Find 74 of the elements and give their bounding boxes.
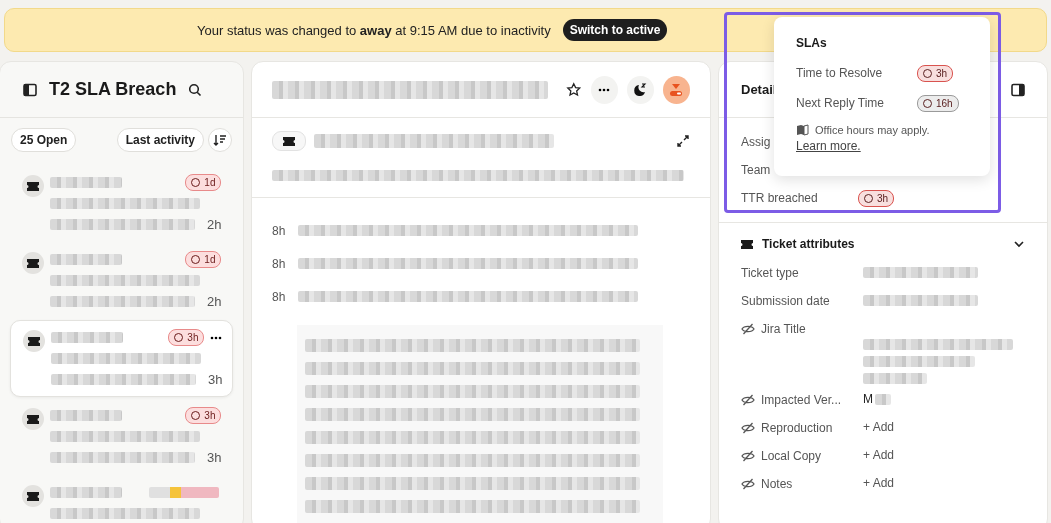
conversation-time: 2h (207, 217, 222, 232)
event-time: 8h (272, 223, 286, 238)
conversation-item[interactable]: 3h 3h (10, 320, 233, 397)
event-time: 8h (272, 289, 286, 304)
ticket-icon (22, 408, 44, 430)
expand-icon[interactable] (676, 134, 690, 148)
attribute-label: Submission date (741, 294, 830, 308)
redacted-text (875, 393, 891, 405)
more-icon (598, 87, 611, 92)
learn-more-link[interactable]: Learn more. (796, 139, 861, 153)
field-label: Team (741, 163, 771, 177)
attribute-label: Impacted Ver... (761, 393, 842, 407)
ticket-icon (22, 485, 44, 507)
sla-badge: 3h (185, 407, 222, 424)
sla-label: Time to Resolve (796, 66, 884, 80)
snooze-button[interactable] (626, 75, 654, 104)
redacted-text (50, 254, 122, 265)
sort-button[interactable]: Last activity (116, 128, 204, 152)
switch-to-active-button[interactable]: Switch to active (562, 19, 668, 41)
sort-icon (213, 134, 227, 146)
ticket-icon (22, 252, 44, 274)
conversation-item[interactable]: 1d 2h (0, 166, 233, 241)
redacted-text (50, 487, 122, 498)
sla-badge: 1d (185, 251, 222, 268)
add-value-button[interactable]: + Add (863, 448, 895, 462)
section-title: Ticket attributes (762, 237, 855, 251)
redacted-text (51, 332, 123, 343)
redacted-badge (149, 487, 219, 498)
attribute-label: Jira Title (761, 322, 806, 336)
conversation-time: 2h (207, 294, 222, 309)
conversation-time: 3h (207, 450, 222, 465)
chevron-icon[interactable] (1013, 240, 1025, 248)
sla-badge: 16h (917, 94, 959, 112)
search-icon[interactable] (188, 82, 203, 97)
close-ticket-button[interactable] (662, 75, 690, 104)
field-label: Assig (741, 135, 771, 149)
sla-label: Next Reply Time (796, 96, 886, 110)
event-time: 8h (272, 256, 286, 271)
ticket-icon (23, 330, 45, 352)
conversation-time: 3h (208, 372, 223, 387)
attribute-label: Notes (761, 477, 793, 491)
popover-title: SLAs (796, 36, 828, 50)
panel-toggle-icon[interactable] (1011, 82, 1025, 97)
redacted-text (50, 410, 122, 421)
sla-badge: 3h (858, 189, 895, 207)
ticket-chip[interactable] (272, 131, 306, 151)
sort-order-button[interactable] (208, 128, 232, 152)
conversation-item[interactable]: 3h 3h (0, 399, 233, 474)
hourglass-icon (668, 81, 685, 98)
add-value-button[interactable]: + Add (863, 420, 895, 434)
attribute-label: Local Copy (761, 449, 822, 463)
attribute-label: Ticket type (741, 266, 799, 280)
more-icon[interactable] (210, 335, 223, 340)
conversation-item[interactable]: 1d 2h (0, 243, 233, 318)
ticket-icon (22, 175, 44, 197)
sla-badge: 3h (917, 64, 954, 82)
sidebar-toggle-icon[interactable] (23, 82, 37, 97)
field-label: TTR breached (741, 191, 818, 205)
ticket-icon (741, 239, 753, 249)
attribute-label: Reproduction (761, 421, 833, 435)
inbox-title: T2 SLA Breach (49, 79, 177, 100)
attribute-value: M (863, 392, 873, 406)
sla-badge: 1d (185, 174, 222, 191)
star-icon[interactable] (566, 81, 582, 98)
book-icon (796, 124, 809, 136)
add-value-button[interactable]: + Add (863, 476, 895, 490)
ticket-icon (283, 136, 295, 146)
redacted-text (50, 177, 122, 188)
moon-icon (632, 81, 649, 98)
redacted-text (863, 373, 927, 384)
open-filter-button[interactable]: 25 Open (11, 128, 77, 152)
office-hours-note: Office hours may apply. (815, 124, 930, 136)
sla-badge: 3h (168, 329, 205, 346)
status-message: Your status was changed to away at 9:15 AM due to inactivity (197, 22, 551, 38)
